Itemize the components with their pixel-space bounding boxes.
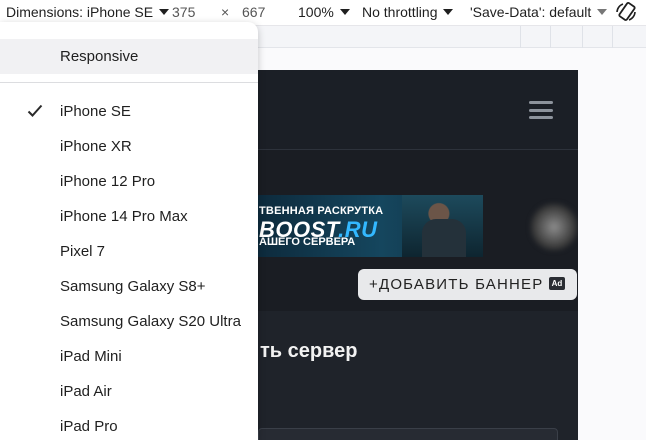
chevron-down-icon xyxy=(597,9,608,15)
menu-item-pixel-7[interactable]: Pixel 7 xyxy=(0,234,258,269)
save-data-dropdown[interactable]: 'Save-Data': default xyxy=(470,4,608,20)
device-dropdown-menu: Responsive iPhone SE iPhone XR iPhone 12… xyxy=(0,22,258,440)
menu-item-iphone-se[interactable]: iPhone SE xyxy=(0,94,258,129)
menu-item-ipad-mini[interactable]: iPad Mini xyxy=(0,339,258,374)
promo-banner[interactable]: ТВЕННАЯ РАСКРУТКА BOOST.RU АШЕГО СЕРВЕРА xyxy=(257,195,483,257)
chevron-down-icon xyxy=(339,9,350,15)
chevron-down-icon xyxy=(443,9,454,15)
zoom-label: 100% xyxy=(298,4,334,20)
blurred-image xyxy=(530,203,578,251)
menu-item-ipad-pro[interactable]: iPad Pro xyxy=(0,409,258,440)
banner-figure-image xyxy=(402,195,483,257)
banner-line3: АШЕГО СЕРВЕРА xyxy=(259,236,356,248)
throttling-label: No throttling xyxy=(362,4,438,20)
height-value: 667 xyxy=(242,4,266,20)
menu-item-iphone-14-pro-max[interactable]: iPhone 14 Pro Max xyxy=(0,199,258,234)
menu-item-samsung-galaxy-s8-plus[interactable]: Samsung Galaxy S8+ xyxy=(0,269,258,304)
banner-line1: ТВЕННАЯ РАСКРУТКА xyxy=(259,205,384,217)
page-input-field[interactable] xyxy=(258,428,558,440)
add-banner-button[interactable]: +ДОБАВИТЬ БАННЕР Ad xyxy=(358,269,577,300)
section-title: ть сервер xyxy=(260,340,358,362)
throttling-dropdown[interactable]: No throttling xyxy=(362,4,454,20)
dimensions-label: Dimensions: iPhone SE xyxy=(6,4,154,20)
zoom-dropdown[interactable]: 100% xyxy=(298,4,350,20)
rotate-icon[interactable] xyxy=(614,0,638,24)
width-value: 375 xyxy=(172,4,196,20)
hamburger-menu-icon[interactable] xyxy=(529,101,553,119)
add-banner-label: +ДОБАВИТЬ БАННЕР xyxy=(369,276,544,293)
menu-divider xyxy=(0,82,258,83)
times-separator: × xyxy=(221,4,230,20)
chevron-down-icon xyxy=(159,9,170,15)
menu-item-responsive[interactable]: Responsive xyxy=(0,39,258,74)
height-input[interactable]: 667 xyxy=(242,4,265,20)
menu-item-iphone-xr[interactable]: iPhone XR xyxy=(0,129,258,164)
menu-item-samsung-galaxy-s20-ultra[interactable]: Samsung Galaxy S20 Ultra xyxy=(0,304,258,339)
menu-item-ipad-air[interactable]: iPad Air xyxy=(0,374,258,409)
ad-badge: Ad xyxy=(549,277,565,290)
menu-item-iphone-12-pro[interactable]: iPhone 12 Pro xyxy=(0,164,258,199)
save-data-label: 'Save-Data': default xyxy=(470,4,592,20)
checkmark-icon xyxy=(27,104,43,117)
width-input[interactable]: 375 xyxy=(172,4,195,20)
dimensions-dropdown[interactable]: Dimensions: iPhone SE xyxy=(6,4,170,20)
